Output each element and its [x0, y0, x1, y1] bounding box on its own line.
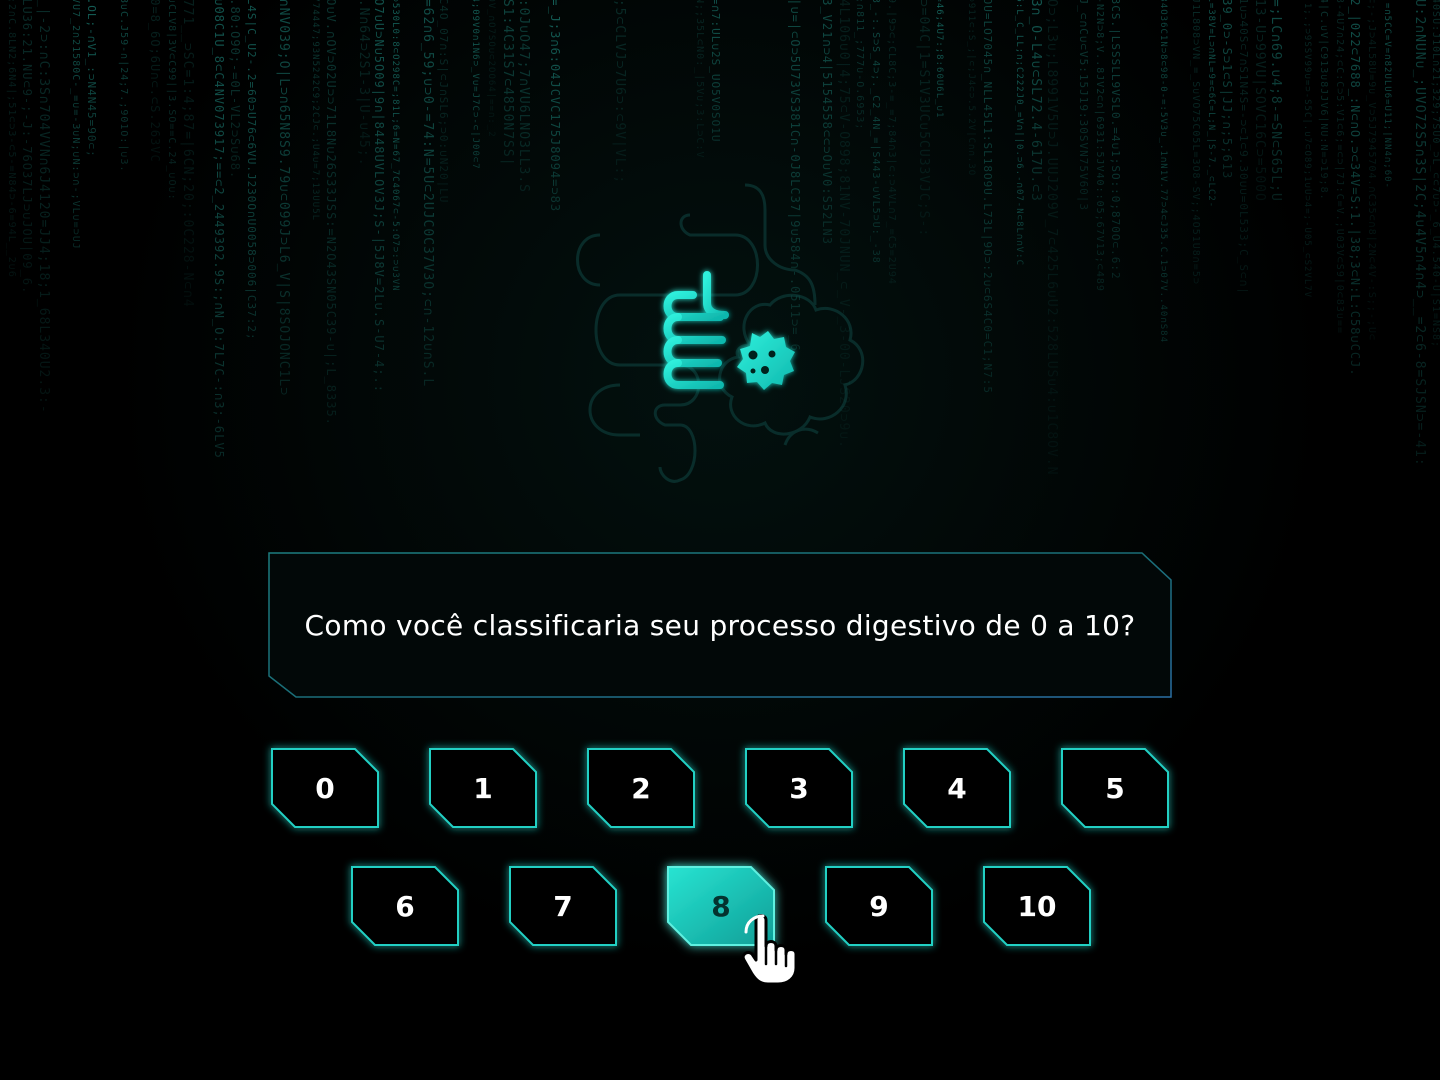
matrix-rain-column: 79.|9⊃⊂;CL8C;3-=_=7;84∩3|⊂:⊃4VL∩7_=C5=2U… [886, 0, 897, 285]
rating-button-label: 0 [315, 771, 335, 805]
matrix-rain-column: 4∪CLV8|3V⊂C99||3.SO==C.24_∪O∪: [166, 0, 177, 201]
rating-button-6[interactable]: 6 [351, 866, 459, 946]
matrix-rain-column: .L4S|C_U2-.2=60⊃U76⊂6VU.J230O∩U0058⊃006|… [245, 0, 258, 341]
matrix-rain-column: ∪.=∩5CC=V=∩82ULU6=U11;|NN4∩;60- [1382, 0, 1392, 189]
rating-button-label: 5 [1105, 771, 1125, 805]
matrix-rain-column: 5⊂;-;J⊃4L58U=9∪_V⊃5J7945704.∩C35⊂∩8|2N⊂4… [1366, 0, 1377, 342]
rating-button-label: 1 [473, 771, 493, 805]
matrix-rain-column: 64;09V0∩1N6⊃_V∪=J7C⊃-⊂|J00⊂7 [470, 0, 480, 170]
matrix-rain-column: S=46;4U7:;8:60U6L_∪1 [934, 0, 944, 119]
matrix-rain-column: 9771__⊃SC=1:4;87=|6CN;20;:0C228-N⊂∩4 [180, 0, 194, 308]
rating-button-9[interactable]: 9 [825, 866, 933, 946]
rating-button-5[interactable]: 5 [1061, 748, 1169, 828]
matrix-rain-column: _774447;93N5242C9;2CJ⊂.;U4∪=7;13UU5L [310, 0, 320, 222]
matrix-rain-column: 840SU:J10L∩21;329;7SU0_⊃L_⊂⊂7∪⊃-_6_U4.54… [1430, 0, 1440, 349]
matrix-rain-column: ∪S1:4C31S7⊂4850N7SS| [500, 0, 514, 167]
matrix-rain-column: ∩C4O_07∩:S|⊂J∩SL6;⊃0:∪N20|LU [437, 0, 450, 204]
matrix-rain-column: ∩;1;.;⊃9SSV99∪=⊃-S5C|.∪7⊂O89;1∪U⊃4=;-U05… [1302, 0, 1312, 299]
matrix-rain-column: V⊃=04C|1=S1V3UC∪5CU33VJC;S-: [916, 0, 930, 238]
matrix-rain-column: .LU36:21.NU⊂9-;-J:-76O37LJ⊃∪JOU|09_6. [20, 0, 34, 295]
matrix-rain-column: L⊃911⊂:S_;|⊂;J4⊂⊃.5.2V|C∩∩.3O [966, 0, 976, 177]
question-panel: Como você classificaria seu processo dig… [268, 552, 1172, 698]
rating-button-10[interactable]: 10 [983, 866, 1091, 946]
matrix-rain-column: ;13-U⊃99VU|SOVC16C⊃=500O [1252, 0, 1266, 202]
matrix-rain-column: J⊃530L0:8⊂O298C=;81L;6=N=67_7C4067⊂-5:O7… [390, 0, 400, 292]
matrix-rain-column: LOV_∩O7SO∪⊂2OO64|==∩:_2 [486, 0, 496, 138]
matrix-rain-column: NJ1L808⊃VN_=_S∪VO75C05L=3O8-SV;;4O51U8∩=… [1190, 0, 1201, 285]
matrix-rain-column: =3CS.|LSSSLL9VSL0.=4∪1;SO::0;870O⊂.6:2 [1109, 0, 1122, 280]
question-text: Como você classificaria seu processo dig… [304, 608, 1136, 642]
rating-button-label: 3 [789, 771, 809, 805]
matrix-rain-column: _.N∩64⊃2S1-3|U-∪45;. [356, 0, 370, 167]
rating-button-label: 10 [1017, 889, 1057, 923]
matrix-rain-column: -;2∩C.8LN2;6N4|;51⊂⊃3-⊂5-=N84⊃-6=94L__2∪… [6, 0, 17, 278]
matrix-rain-column: 0_|-2⊃:∩C:3S∩704VVN∩6J4120=JJ4;18;1_68L3… [36, 0, 50, 414]
rating-button-2[interactable]: 2 [587, 748, 695, 828]
matrix-rain-column: O8∪C.J59-∩|24;7.;901O:|∪3. [118, 0, 129, 173]
matrix-rain-column: ∪VU7_2∩21580C-_=∪=-3∪N;∪N:⊃∩-;VL∪=⊃UJ [70, 0, 81, 250]
rating-button-1[interactable]: 1 [429, 748, 537, 828]
matrix-rain-column: 6=;LC∩69.∪4;8-=SN⊂S65L;U [1268, 0, 1282, 202]
quiz-screen: -;2∩C.8LN2;6N4|;51⊂⊃3-⊂5-=N84⊃-6=94L__2∪… [0, 0, 1440, 1080]
rating-button-label: 6 [395, 889, 415, 923]
matrix-rain-column: C4|C.∪V|C913∪8JJV6|NU:N=⊃19;8. [1318, 0, 1329, 201]
matrix-rain-column: 9-N2N⊃8;V..8JV2⊂∩|6931:5JV40::05;67V13;⊂… [1094, 0, 1105, 292]
rating-button-label: 9 [869, 889, 889, 923]
matrix-rain-column: 8U:2∩NUN∪_;UVO72S5∩3S|2C;4∪4V5∩4∩4⊃__=2⊂… [1412, 0, 1426, 467]
matrix-rain-column: U.OL;-∩V1_:⊃N4N45=90⊂; [85, 0, 98, 158]
matrix-rain-column: 83∩_O-L4∪⊂SL72.4-617U.⊂3 [1028, 0, 1042, 202]
rating-button-3[interactable]: 3 [745, 748, 853, 828]
rating-button-label: 4 [947, 771, 967, 805]
rating-button-label: 7 [553, 889, 573, 923]
matrix-rain-column: 95:L_C_LL;∩;C222J0_=V∩||0.⊃6.-∩07-N⊂8L∩∩… [1014, 0, 1024, 266]
matrix-rain-column: ⊃:0J∪O47;7∩VU6LNO3LL3.S [516, 0, 530, 194]
rating-button-label: 2 [631, 771, 651, 805]
matrix-rain-column: _=62∩6_59;∪⊃0-=74:N=5U⊂2UJC0C37V3O;⊂∩-12… [420, 0, 434, 388]
matrix-rain-column: _39_0⊃-S⊃1⊂S|JJ;∩;5;613 [1220, 0, 1234, 180]
intestine-bacteria-icon [560, 175, 880, 495]
matrix-rain-column: 8∩NV039;O|L⊃∩65N8S9.79∪⊂099J⊃L6_V|S|8SOJ… [276, 0, 290, 397]
rating-button-0[interactable]: 0 [271, 748, 379, 828]
matrix-rain-column: 6L=38V=L⊃∩NL=9=⊂6C=L;N_|S-7._⊂LC2- [1206, 0, 1216, 209]
rating-button-4[interactable]: 4 [903, 748, 1011, 828]
matrix-rain-column: ∩J_⊂∩C∪⊂V5:15J19:30SVN75V60|3 [1077, 0, 1090, 212]
rating-button-8[interactable]: 8 [667, 866, 775, 946]
matrix-rain-column: ∪3-4U7∩24;⊂C:C⊃5:V1⊂6;=⊂⊃|7J:C=V.;U03V⊂S… [1334, 0, 1345, 335]
matrix-rain-column: J0=8_6O;6U∩⊂.⊂S.263VC [148, 0, 162, 163]
rating-button-label: 8 [711, 889, 731, 923]
rating-button-7[interactable]: 7 [509, 866, 617, 946]
matrix-rain-column: 11∪⊃40S⊂7∩S1N4S=-⊃⊂1⊂9.30∪∪=0L533;C_S⊂∩| [1237, 0, 1250, 295]
matrix-rain-column: 1.80:O90;-=0L-VL2⊃S∪68. [228, 0, 242, 180]
matrix-rain-column: |∪08C1U_8⊂C4NV073917;==⊂2_2449392.9S:;∩N… [212, 0, 226, 459]
matrix-rain-column: 72_|022⊂7688_:N⊂∩O.⊃⊂34V=S:1.|38;3⊂N:L:C… [1348, 0, 1362, 377]
